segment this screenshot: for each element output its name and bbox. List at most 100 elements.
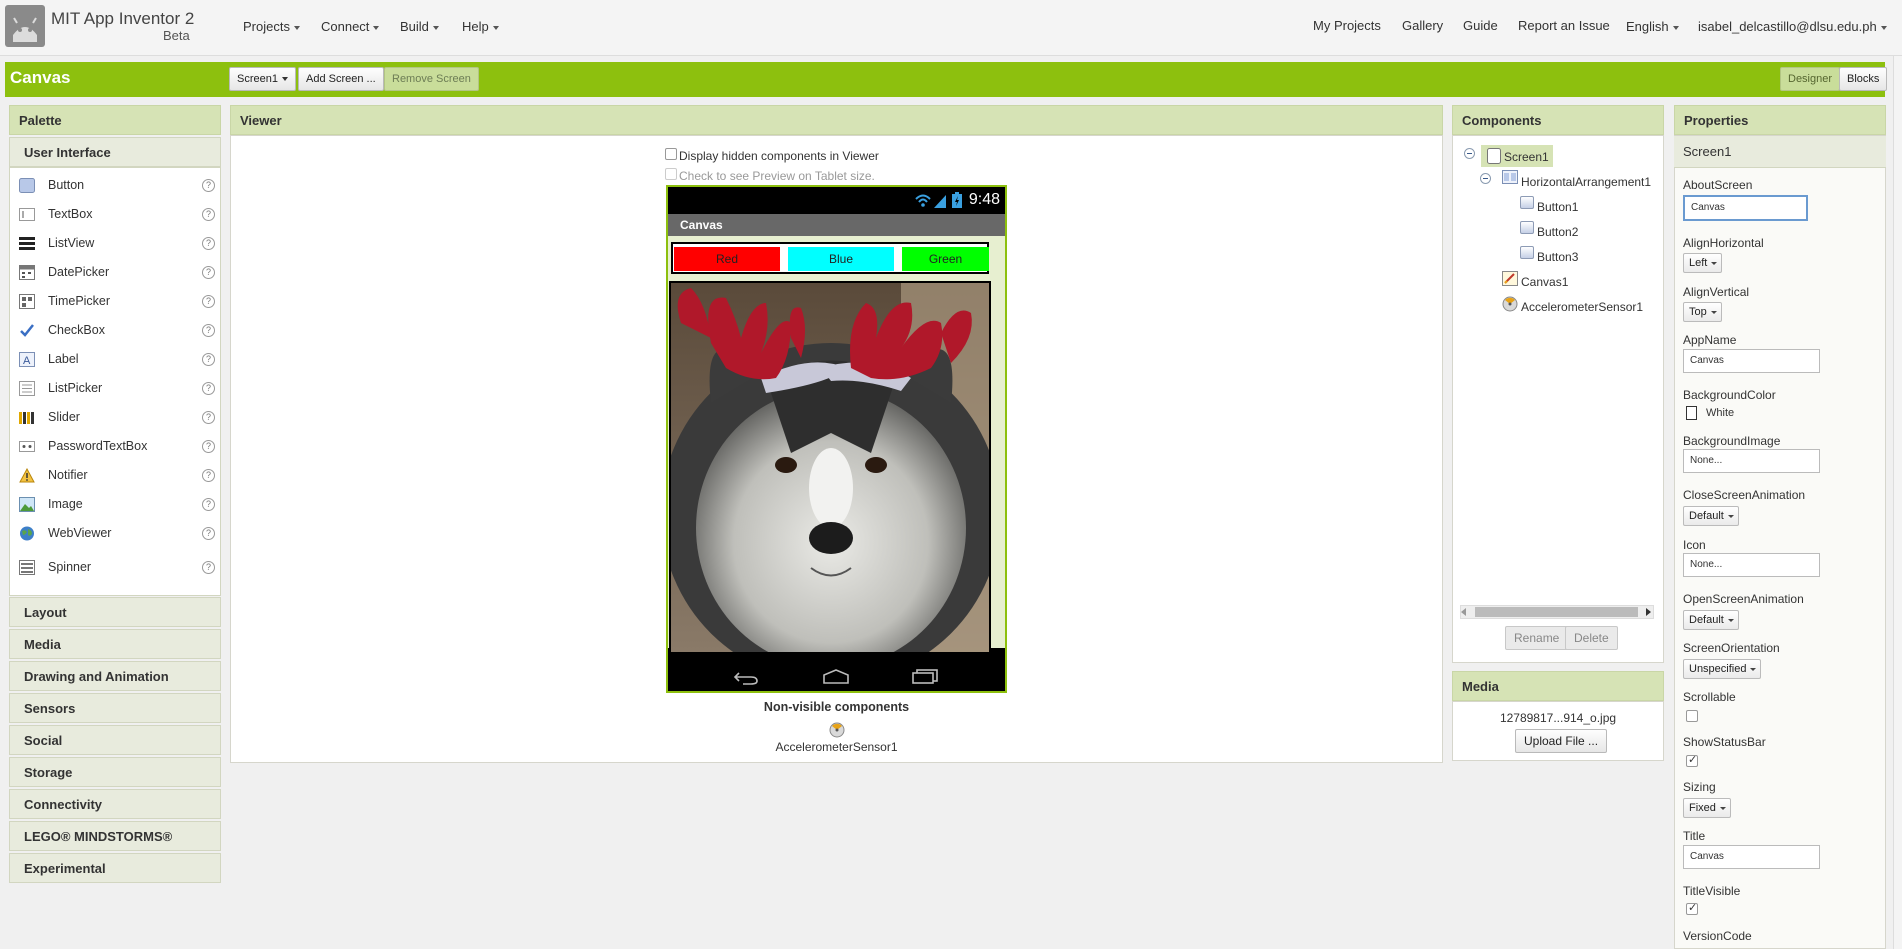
palette-item-spinner[interactable]: Spinner?: [10, 553, 220, 581]
tablet-preview-checkbox[interactable]: [665, 168, 677, 180]
palette-section-experimental[interactable]: Experimental: [9, 853, 221, 883]
rename-button[interactable]: Rename: [1505, 626, 1569, 650]
scroll-right-arrow-icon[interactable]: [1646, 608, 1651, 616]
palette-section-connectivity[interactable]: Connectivity: [9, 789, 221, 819]
menu-projects[interactable]: Projects: [243, 19, 300, 34]
blue-button[interactable]: Blue: [788, 247, 894, 271]
help-icon[interactable]: ?: [202, 237, 215, 250]
palette-section-layout[interactable]: Layout: [9, 597, 221, 627]
help-icon[interactable]: ?: [202, 440, 215, 453]
display-hidden-checkbox[interactable]: [665, 148, 677, 160]
help-icon[interactable]: ?: [202, 295, 215, 308]
help-icon[interactable]: ?: [202, 382, 215, 395]
backgroundcolor-value[interactable]: White: [1706, 407, 1734, 419]
palette-item-slider[interactable]: Slider?: [10, 403, 220, 431]
appname-input[interactable]: Canvas: [1683, 349, 1820, 373]
screen-select-dropdown[interactable]: Screen1: [229, 67, 296, 91]
user-menu[interactable]: isabel_delcastillo@dlsu.edu.ph: [1698, 19, 1887, 34]
menu-connect[interactable]: Connect: [321, 19, 380, 34]
showstatusbar-checkbox[interactable]: [1686, 753, 1698, 767]
delete-button[interactable]: Delete: [1565, 626, 1618, 650]
help-icon[interactable]: ?: [202, 498, 215, 511]
aboutscreen-textarea[interactable]: Canvas: [1683, 195, 1808, 221]
menu-help[interactable]: Help: [462, 19, 499, 34]
menu-build[interactable]: Build: [400, 19, 439, 34]
project-toolbar: Canvas Screen1 Add Screen ... Remove Scr…: [5, 62, 1888, 97]
palette-section-sensors[interactable]: Sensors: [9, 693, 221, 723]
remove-screen-button[interactable]: Remove Screen: [384, 67, 479, 91]
backgroundimage-picker[interactable]: None...: [1683, 449, 1820, 473]
page-scrollbar[interactable]: [1893, 56, 1902, 949]
palette-item-button[interactable]: Button?: [10, 171, 220, 199]
blocks-button[interactable]: Blocks: [1839, 67, 1888, 91]
palette-section-storage[interactable]: Storage: [9, 757, 221, 787]
tree-horizontalarrangement1[interactable]: HorizontalArrangement1: [1521, 175, 1651, 189]
palette-item-passwordtextbox[interactable]: PasswordTextBox?: [10, 432, 220, 460]
palette-item-listpicker[interactable]: ListPicker?: [10, 374, 220, 402]
add-screen-button[interactable]: Add Screen ...: [298, 67, 384, 91]
upload-file-button[interactable]: Upload File ...: [1515, 729, 1608, 753]
backgroundcolor-swatch[interactable]: [1686, 406, 1697, 420]
scrollbar-thumb[interactable]: [1475, 607, 1638, 617]
palette-item-webviewer[interactable]: WebViewer?: [10, 519, 220, 547]
palette-item-datepicker[interactable]: DatePicker?: [10, 258, 220, 286]
openscreenanimation-dropdown[interactable]: Default: [1683, 610, 1739, 630]
media-file[interactable]: 12789817...914_o.jpg: [1452, 711, 1664, 725]
screenorientation-dropdown[interactable]: Unspecified: [1683, 659, 1762, 679]
tree-canvas1[interactable]: Canvas1: [1521, 275, 1568, 289]
guide-link[interactable]: Guide: [1463, 18, 1498, 33]
help-icon[interactable]: ?: [202, 561, 215, 574]
alignvertical-dropdown[interactable]: Top: [1683, 302, 1722, 322]
language-menu[interactable]: English: [1626, 19, 1679, 34]
tree-button1[interactable]: Button1: [1537, 200, 1578, 214]
help-icon[interactable]: ?: [202, 266, 215, 279]
palette-section-media[interactable]: Media: [9, 629, 221, 659]
palette-section-social[interactable]: Social: [9, 725, 221, 755]
palette-item-label: Spinner: [48, 560, 92, 574]
gallery-link[interactable]: Gallery: [1402, 18, 1443, 33]
palette-item-image[interactable]: Image?: [10, 490, 220, 518]
palette-section-user-interface[interactable]: User Interface: [9, 137, 221, 167]
collapse-horizontalarrangement1-icon[interactable]: [1480, 173, 1491, 184]
help-icon[interactable]: ?: [202, 208, 215, 221]
palette-item-notifier[interactable]: Notifier?: [10, 461, 220, 489]
alignhorizontal-dropdown[interactable]: Left: [1683, 253, 1723, 273]
icon-picker[interactable]: None...: [1683, 553, 1820, 577]
scroll-left-arrow-icon[interactable]: [1461, 608, 1466, 616]
tree-button3[interactable]: Button3: [1537, 250, 1578, 264]
palette-item-textbox[interactable]: TextBox?: [10, 200, 220, 228]
closescreenanimation-dropdown[interactable]: Default: [1683, 506, 1739, 526]
help-icon[interactable]: ?: [202, 527, 215, 540]
my-projects-link[interactable]: My Projects: [1313, 18, 1381, 33]
red-button[interactable]: Red: [674, 247, 780, 271]
tree-accelerometersensor1[interactable]: AccelerometerSensor1: [1521, 300, 1643, 314]
palette-item-checkbox[interactable]: CheckBox?: [10, 316, 220, 344]
accelerometer-icon[interactable]: [829, 722, 845, 738]
designer-button[interactable]: Designer: [1780, 67, 1841, 91]
help-icon[interactable]: ?: [202, 411, 215, 424]
horizontal-arrangement-icon: [1502, 170, 1518, 184]
app-inventor-logo-icon[interactable]: [5, 5, 45, 47]
horizontal-arrangement[interactable]: Red Blue Green: [671, 242, 989, 274]
sizing-dropdown[interactable]: Fixed: [1683, 798, 1731, 818]
tablet-preview-label: Check to see Preview on Tablet size.: [679, 169, 875, 183]
components-horizontal-scrollbar[interactable]: [1460, 605, 1654, 619]
green-button[interactable]: Green: [902, 247, 989, 271]
tree-screen1[interactable]: Screen1: [1504, 150, 1549, 164]
scrollable-checkbox[interactable]: [1686, 710, 1698, 722]
palette-item-timepicker[interactable]: TimePicker?: [10, 287, 220, 315]
tree-button2[interactable]: Button2: [1537, 225, 1578, 239]
title-input[interactable]: Canvas: [1683, 845, 1820, 869]
help-icon[interactable]: ?: [202, 324, 215, 337]
report-issue-link[interactable]: Report an Issue: [1518, 18, 1610, 33]
help-icon[interactable]: ?: [202, 179, 215, 192]
canvas1-husky-photo[interactable]: [669, 281, 991, 654]
collapse-screen1-icon[interactable]: [1464, 148, 1475, 159]
help-icon[interactable]: ?: [202, 469, 215, 482]
titlevisible-checkbox[interactable]: [1686, 901, 1698, 915]
help-icon[interactable]: ?: [202, 353, 215, 366]
palette-item-label[interactable]: A Label?: [10, 345, 220, 373]
palette-section-drawing-animation[interactable]: Drawing and Animation: [9, 661, 221, 691]
palette-item-listview[interactable]: ListView?: [10, 229, 220, 257]
palette-section-lego-mindstorms[interactable]: LEGO® MINDSTORMS®: [9, 821, 221, 851]
